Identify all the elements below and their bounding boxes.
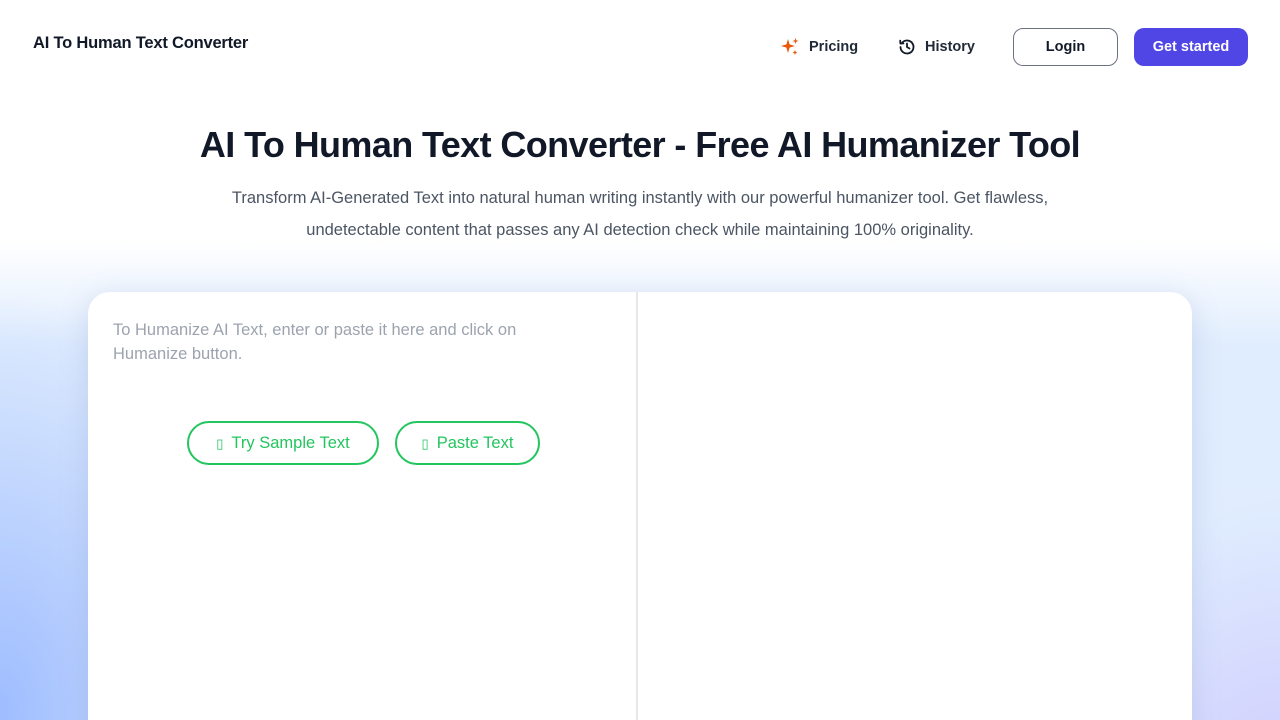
site-logo[interactable]: AI To Human Text Converter bbox=[33, 34, 248, 53]
nav-history-label: History bbox=[925, 39, 975, 55]
paste-icon: ▯ bbox=[421, 435, 429, 451]
get-started-button[interactable]: Get started bbox=[1134, 28, 1248, 66]
try-sample-text-button[interactable]: ▯ Try Sample Text bbox=[187, 421, 379, 465]
page-subtitle-line-1: Transform AI-Generated Text into natural… bbox=[231, 189, 1049, 207]
sparkles-icon bbox=[780, 37, 800, 57]
paste-text-button[interactable]: ▯ Paste Text bbox=[395, 421, 540, 465]
login-button[interactable]: Login bbox=[1013, 28, 1118, 66]
humanizer-editor: ▯ Try Sample Text ▯ Paste Text bbox=[88, 292, 1192, 720]
input-pane: ▯ Try Sample Text ▯ Paste Text bbox=[88, 292, 638, 720]
ai-text-input[interactable] bbox=[113, 318, 583, 398]
history-icon bbox=[898, 38, 916, 56]
paste-text-label: Paste Text bbox=[436, 433, 514, 452]
nav-pricing-link[interactable]: Pricing bbox=[780, 37, 858, 57]
page-title: AI To Human Text Converter - Free AI Hum… bbox=[199, 124, 1081, 165]
page-subtitle: Transform AI-Generated Text into natural… bbox=[190, 182, 1090, 246]
nav-pricing-label: Pricing bbox=[809, 39, 859, 55]
nav-history-link[interactable]: History bbox=[898, 37, 975, 57]
sample-icon: ▯ bbox=[216, 435, 224, 451]
top-header: AI To Human Text Converter Pricing Histo… bbox=[0, 0, 1280, 92]
output-pane[interactable] bbox=[640, 292, 1192, 720]
try-sample-text-label: Try Sample Text bbox=[231, 433, 350, 452]
page-subtitle-line-2: undetectable content that passes any AI … bbox=[306, 221, 974, 239]
